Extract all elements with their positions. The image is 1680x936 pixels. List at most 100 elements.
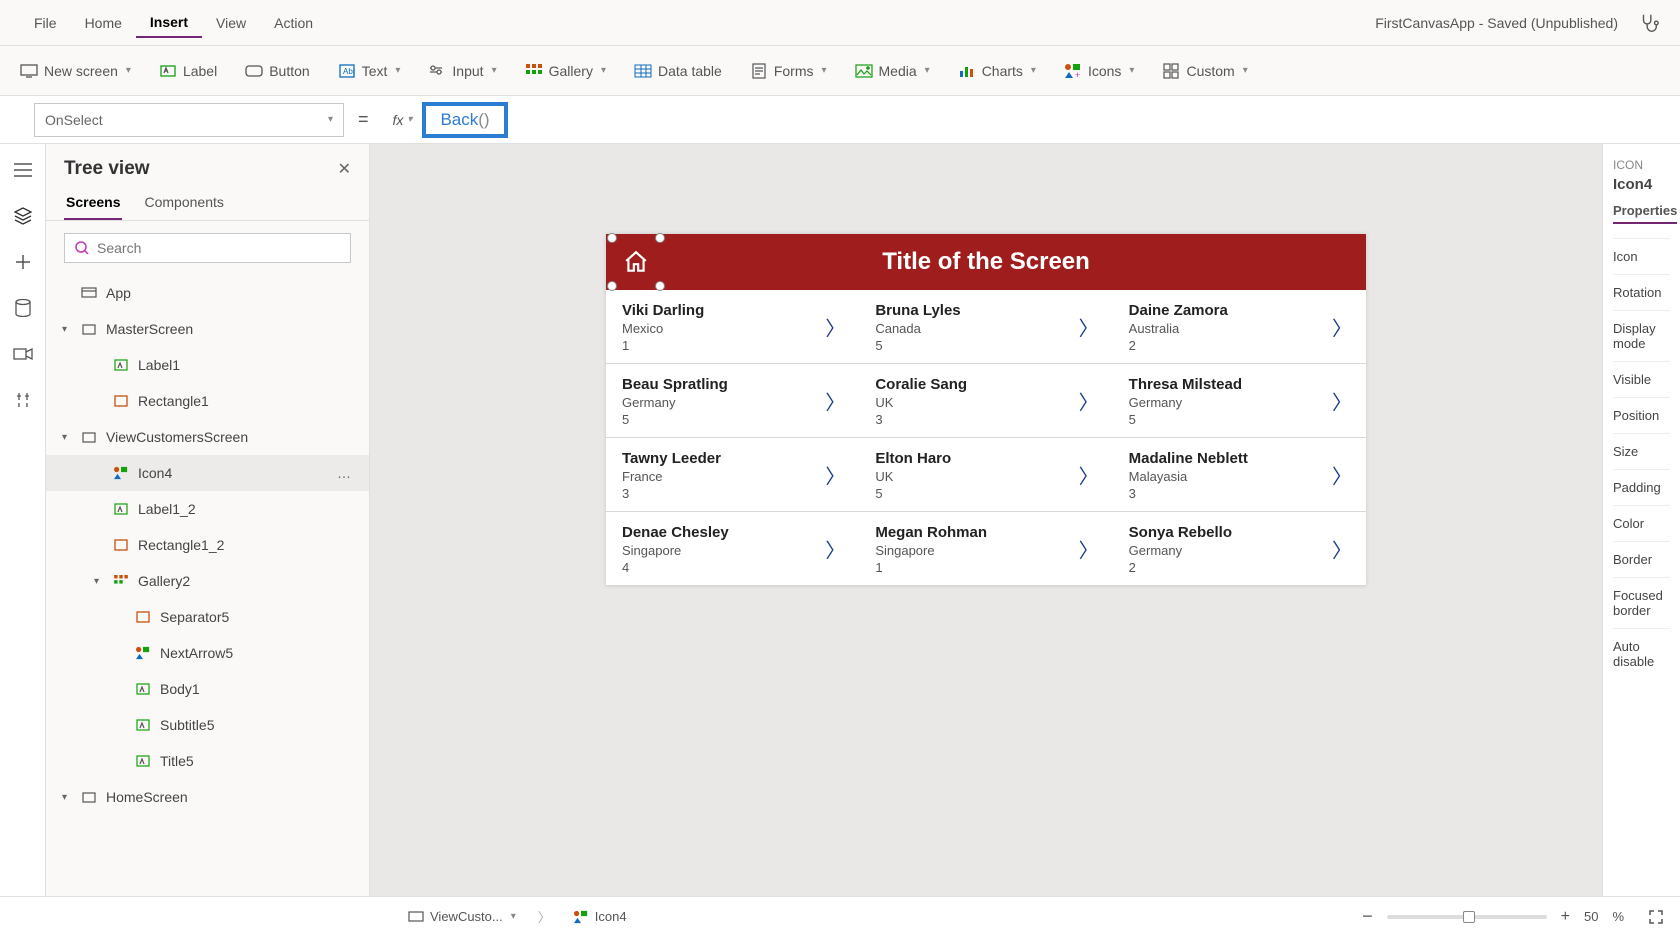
- gallery-cell[interactable]: Bruna Lyles Canada 5 〉: [859, 290, 1112, 364]
- ribbon-text[interactable]: AbcText▾: [338, 62, 401, 80]
- menu-view[interactable]: View: [202, 9, 260, 37]
- ribbon-input[interactable]: Input▾: [428, 62, 496, 80]
- tree-item-app[interactable]: App: [46, 275, 369, 311]
- ribbon-new-screen[interactable]: New screen▾: [20, 62, 131, 80]
- tree-item-label1_2[interactable]: Label1_2: [46, 491, 369, 527]
- stethoscope-icon[interactable]: [1638, 12, 1660, 34]
- prop-row-position[interactable]: Position: [1613, 397, 1670, 433]
- prop-row-color[interactable]: Color: [1613, 505, 1670, 541]
- menu-home[interactable]: Home: [71, 9, 136, 37]
- menu-file[interactable]: File: [20, 9, 71, 37]
- tree-item-viewcustomersscreen[interactable]: ▾ViewCustomersScreen: [46, 419, 369, 455]
- chevron-right-icon[interactable]: 〉: [1079, 312, 1099, 341]
- prop-row-padding[interactable]: Padding: [1613, 469, 1670, 505]
- tree-item-nextarrow5[interactable]: NextArrow5: [46, 635, 369, 671]
- prop-row-rotation[interactable]: Rotation: [1613, 274, 1670, 310]
- chevron-right-icon[interactable]: 〉: [1079, 386, 1099, 415]
- breadcrumb-screen[interactable]: ViewCusto... ▾: [400, 905, 524, 928]
- rail-data-icon[interactable]: [11, 296, 35, 320]
- zoom-slider[interactable]: [1387, 915, 1547, 919]
- rail-plus-icon[interactable]: [11, 250, 35, 274]
- gallery[interactable]: Viki Darling Mexico 1 〉Bruna Lyles Canad…: [606, 290, 1366, 586]
- tree-item-rectangle1[interactable]: Rectangle1: [46, 383, 369, 419]
- cell-num: 5: [1129, 412, 1350, 427]
- prop-row-visible[interactable]: Visible: [1613, 361, 1670, 397]
- tree-item-masterscreen[interactable]: ▾MasterScreen: [46, 311, 369, 347]
- props-tab-properties[interactable]: Properties: [1613, 203, 1677, 224]
- gallery-cell[interactable]: Thresa Milstead Germany 5 〉: [1113, 364, 1366, 438]
- tree-item-body1[interactable]: Body1: [46, 671, 369, 707]
- ribbon-datatable[interactable]: Data table: [634, 62, 722, 80]
- rail-hamburger-icon[interactable]: [11, 158, 35, 182]
- chevron-right-icon[interactable]: 〉: [1079, 460, 1099, 489]
- home-icon-selected[interactable]: [612, 238, 660, 286]
- zoom-out-button[interactable]: −: [1362, 906, 1373, 927]
- chevron-right-icon[interactable]: 〉: [825, 386, 845, 415]
- media-icon: [855, 62, 873, 80]
- tree-item-rectangle1_2[interactable]: Rectangle1_2: [46, 527, 369, 563]
- chevron-right-icon[interactable]: 〉: [825, 460, 845, 489]
- cell-country: Singapore: [875, 543, 1096, 558]
- fit-icon[interactable]: [1648, 909, 1664, 925]
- tree-item-title5[interactable]: Title5: [46, 743, 369, 779]
- search-box[interactable]: [64, 233, 351, 263]
- fx-label[interactable]: fx▾: [383, 112, 423, 128]
- prop-row-size[interactable]: Size: [1613, 433, 1670, 469]
- tab-screens[interactable]: Screens: [64, 186, 122, 220]
- prop-row-focused-border[interactable]: Focused border: [1613, 577, 1670, 628]
- gallery-cell[interactable]: Madaline Neblett Malayasia 3 〉: [1113, 438, 1366, 512]
- chevron-right-icon[interactable]: 〉: [1332, 312, 1352, 341]
- chevron-right-icon[interactable]: 〉: [1332, 460, 1352, 489]
- chevron-right-icon[interactable]: 〉: [825, 312, 845, 341]
- canvas[interactable]: Title of the Screen Viki Darling Mexico …: [370, 144, 1602, 896]
- tree-item-separator5[interactable]: Separator5: [46, 599, 369, 635]
- gallery-cell[interactable]: Denae Chesley Singapore 4 〉: [606, 512, 859, 586]
- chevron-right-icon[interactable]: 〉: [825, 534, 845, 563]
- menu-action[interactable]: Action: [260, 9, 327, 37]
- gallery-cell[interactable]: Tawny Leeder France 3 〉: [606, 438, 859, 512]
- close-icon[interactable]: ✕: [338, 159, 351, 179]
- ribbon-media[interactable]: Media▾: [855, 62, 930, 80]
- ribbon-custom[interactable]: Custom▾: [1162, 62, 1247, 80]
- formula-input[interactable]: Back(): [422, 102, 507, 138]
- zoom-in-button[interactable]: +: [1561, 908, 1570, 926]
- rail-tree-icon[interactable]: [11, 204, 35, 228]
- menu-insert[interactable]: Insert: [136, 8, 202, 38]
- tree-item-label: Gallery2: [138, 573, 190, 589]
- property-select[interactable]: OnSelect ▾: [34, 103, 344, 137]
- gallery-cell[interactable]: Elton Haro UK 5 〉: [859, 438, 1112, 512]
- tree-item-subtitle5[interactable]: Subtitle5: [46, 707, 369, 743]
- tree-item-label: Rectangle1: [138, 393, 209, 409]
- chevron-right-icon[interactable]: 〉: [1079, 534, 1099, 563]
- chevron-right-icon[interactable]: 〉: [1332, 534, 1352, 563]
- ribbon-icons[interactable]: +Icons▾: [1064, 62, 1135, 80]
- ribbon-label[interactable]: Label: [159, 62, 217, 80]
- gallery-cell[interactable]: Megan Rohman Singapore 1 〉: [859, 512, 1112, 586]
- gallery-cell[interactable]: Beau Spratling Germany 5 〉: [606, 364, 859, 438]
- ribbon-gallery[interactable]: Gallery▾: [525, 62, 606, 80]
- gallery-cell[interactable]: Viki Darling Mexico 1 〉: [606, 290, 859, 364]
- tree-item-homescreen[interactable]: ▾HomeScreen: [46, 779, 369, 815]
- chevron-right-icon[interactable]: 〉: [1332, 386, 1352, 415]
- tree-item-label1[interactable]: Label1: [46, 347, 369, 383]
- prop-row-border[interactable]: Border: [1613, 541, 1670, 577]
- gallery-cell[interactable]: Daine Zamora Australia 2 〉: [1113, 290, 1366, 364]
- ribbon-forms[interactable]: Forms▾: [750, 62, 827, 80]
- cell-name: Tawny Leeder: [622, 450, 843, 467]
- screen-preview[interactable]: Title of the Screen Viki Darling Mexico …: [606, 234, 1366, 586]
- prop-row-display-mode[interactable]: Display mode: [1613, 310, 1670, 361]
- prop-row-auto-disable[interactable]: Auto disable: [1613, 628, 1670, 679]
- breadcrumb-item[interactable]: Icon4: [565, 905, 635, 928]
- tree-item-icon4[interactable]: Icon4…: [46, 455, 369, 491]
- tree-item-gallery2[interactable]: ▾Gallery2: [46, 563, 369, 599]
- rail-media-icon[interactable]: [11, 342, 35, 366]
- ribbon-button[interactable]: Button: [245, 62, 309, 80]
- rail-tools-icon[interactable]: [11, 388, 35, 412]
- gallery-cell[interactable]: Sonya Rebello Germany 2 〉: [1113, 512, 1366, 586]
- tab-components[interactable]: Components: [142, 186, 225, 220]
- more-icon[interactable]: …: [337, 465, 353, 481]
- search-input[interactable]: [97, 240, 340, 256]
- ribbon-charts[interactable]: Charts▾: [958, 62, 1036, 80]
- prop-row-icon[interactable]: Icon: [1613, 238, 1670, 274]
- gallery-cell[interactable]: Coralie Sang UK 3 〉: [859, 364, 1112, 438]
